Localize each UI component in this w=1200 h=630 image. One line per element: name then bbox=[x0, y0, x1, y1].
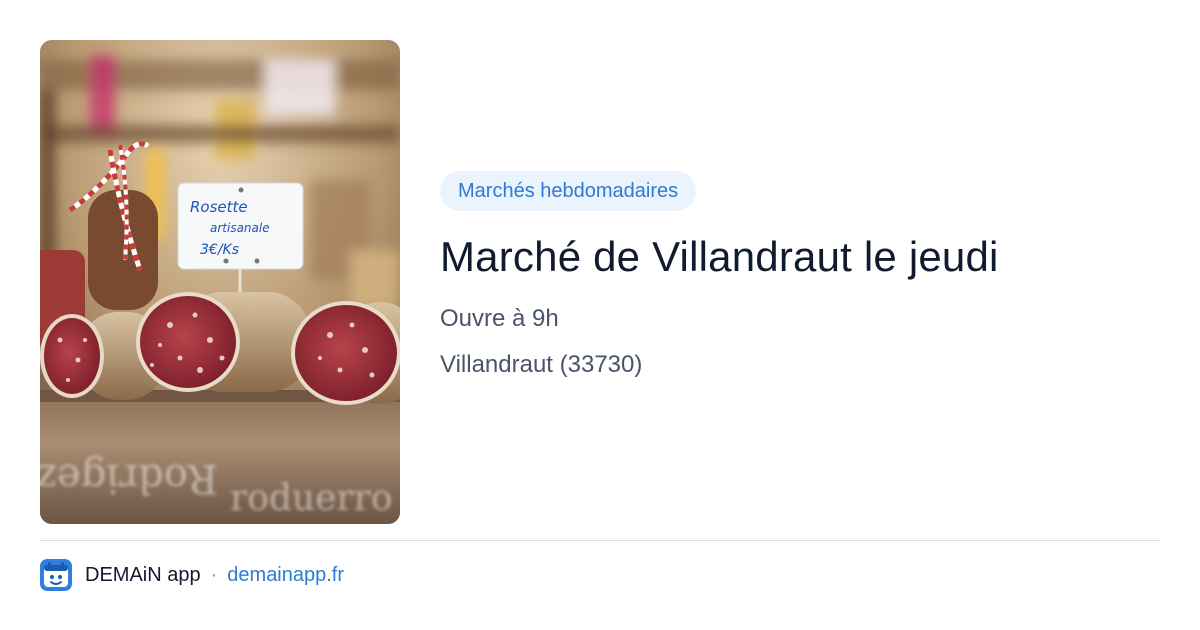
app-domain-link[interactable]: demainapp.fr bbox=[227, 564, 344, 587]
link-preview-card[interactable]: Rosette artisanale 3€/Ks Rodrigez roduer… bbox=[0, 0, 1200, 630]
footer: DEMAiN app · demainapp.fr bbox=[40, 558, 344, 592]
svg-text:Rodrigez: Rodrigez bbox=[40, 455, 218, 501]
location: Villandraut (33730) bbox=[440, 351, 643, 378]
divider bbox=[40, 540, 1160, 541]
svg-text:artisanale: artisanale bbox=[210, 221, 270, 235]
svg-text:Rosette: Rosette bbox=[190, 198, 248, 216]
market-info: Marchés hebdomadaires Marché de Villandr… bbox=[440, 171, 1160, 381]
hero-photo: Rosette artisanale 3€/Ks Rodrigez roduer… bbox=[40, 40, 400, 524]
category-badge[interactable]: Marchés hebdomadaires bbox=[440, 171, 697, 211]
footer-separator: · bbox=[210, 563, 218, 586]
opening-hours: Ouvre à 9h bbox=[440, 305, 559, 332]
market-title[interactable]: Marché de Villandraut le jeudi bbox=[440, 229, 1160, 285]
app-name: DEMAiN app bbox=[85, 563, 201, 586]
svg-text:roduerro: roduerro bbox=[230, 478, 393, 519]
svg-text:3€/Ks: 3€/Ks bbox=[200, 242, 239, 258]
demain-app-icon bbox=[40, 559, 72, 591]
